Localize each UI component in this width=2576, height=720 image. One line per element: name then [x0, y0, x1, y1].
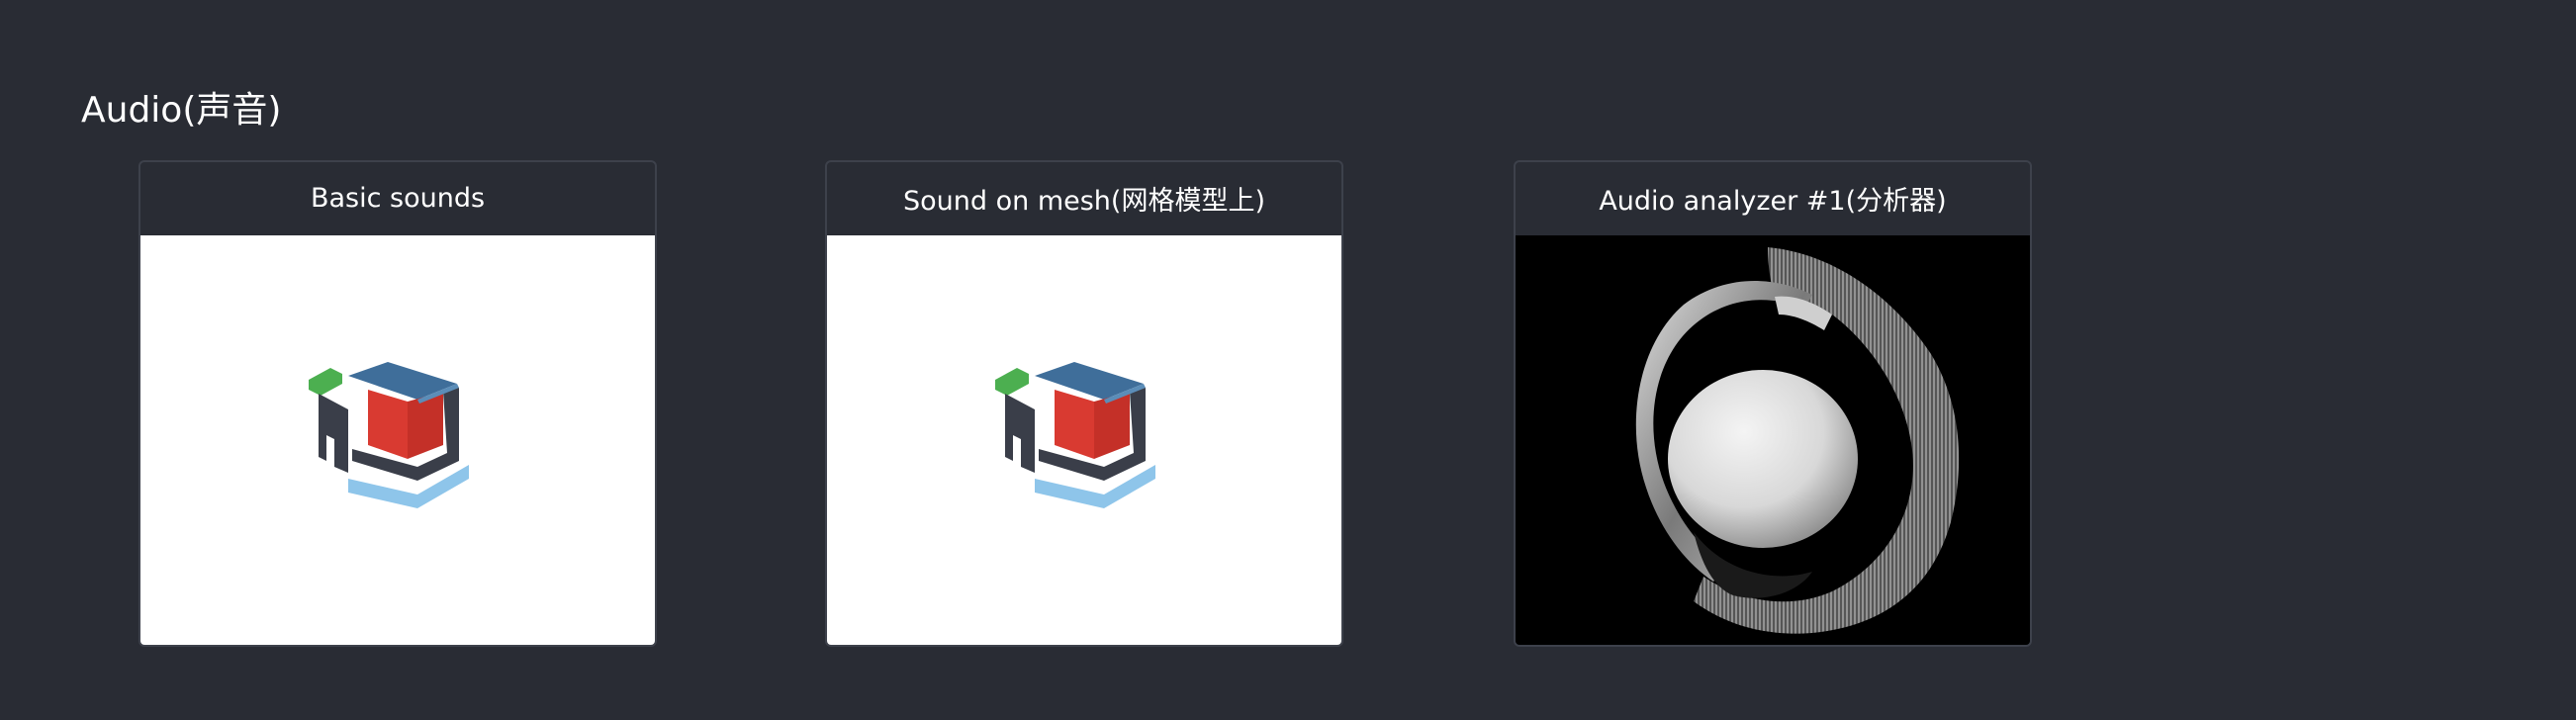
card-thumbnail[interactable]	[140, 235, 655, 645]
example-card-sound-on-mesh[interactable]: Sound on mesh(网格模型上)	[825, 160, 1343, 647]
example-card-audio-analyzer[interactable]: Audio analyzer #1(分析器)	[1514, 160, 2032, 647]
babylonjs-logo-icon	[309, 362, 469, 508]
card-thumbnail[interactable]	[1516, 235, 2030, 645]
example-card-basic-sounds[interactable]: Basic sounds	[138, 160, 657, 647]
card-title: Sound on mesh(网格模型上)	[903, 185, 1265, 217]
section-title: Audio(声音)	[81, 90, 282, 131]
card-thumbnail[interactable]	[827, 235, 1341, 645]
babylonjs-logo-icon	[995, 362, 1155, 508]
audio-analyzer-preview-image	[1635, 247, 1960, 634]
card-title: Basic sounds	[310, 182, 486, 214]
card-title: Audio analyzer #1(分析器)	[1599, 185, 1947, 217]
